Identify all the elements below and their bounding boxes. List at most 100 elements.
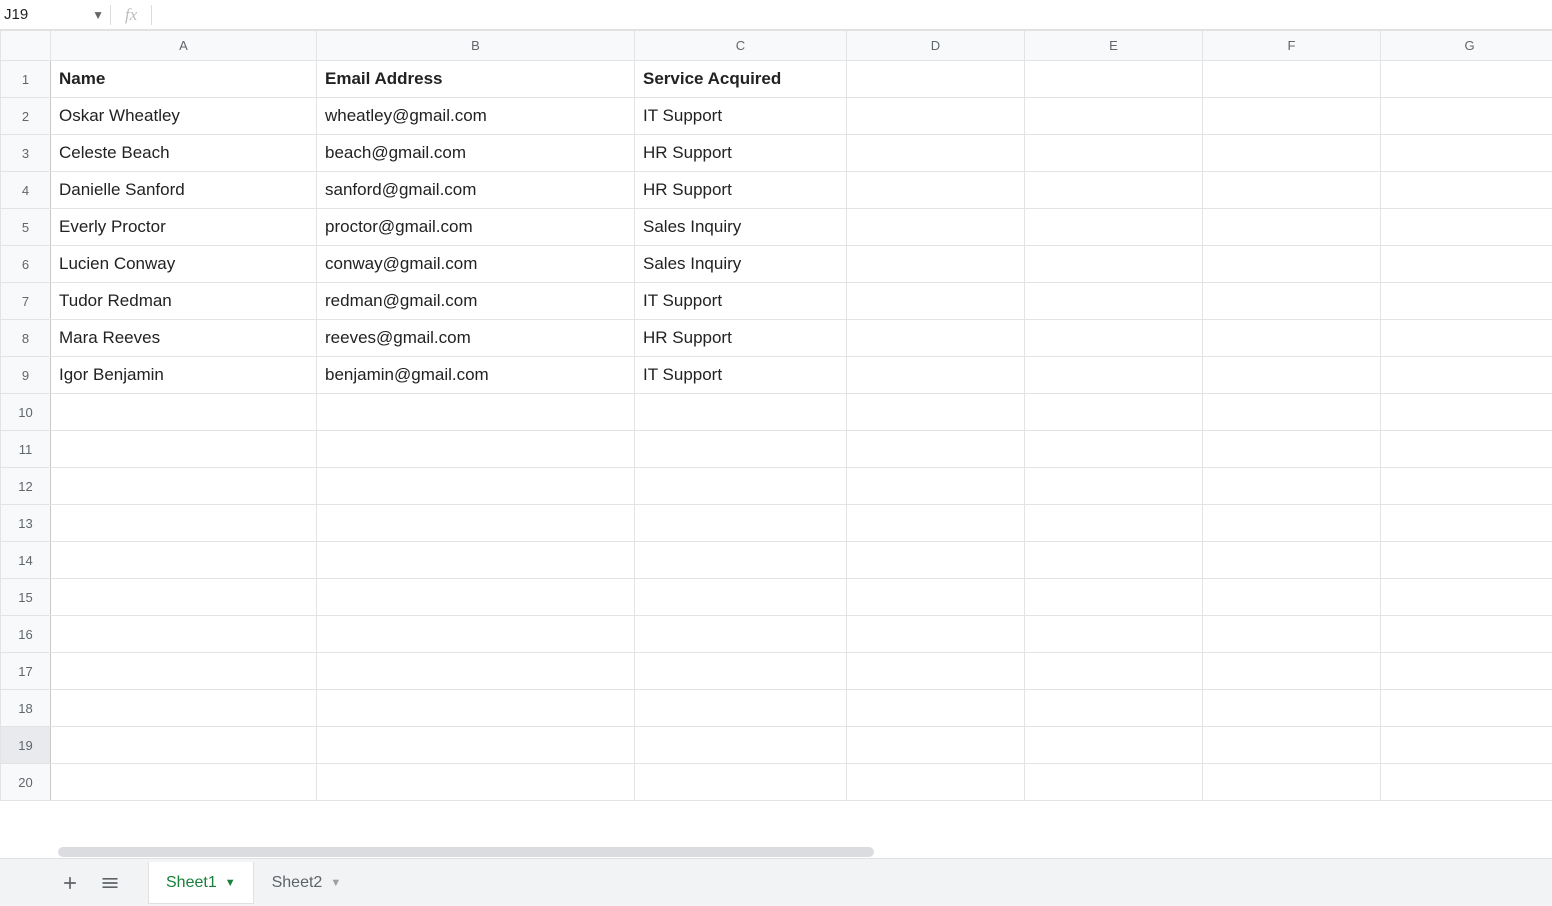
cell-A9[interactable]: Igor Benjamin: [51, 357, 317, 394]
cell-C1[interactable]: Service Acquired: [635, 61, 847, 98]
cell-A10[interactable]: [51, 394, 317, 431]
cell-A2[interactable]: Oskar Wheatley: [51, 98, 317, 135]
row-header-7[interactable]: 7: [1, 283, 51, 320]
cell-G19[interactable]: [1381, 727, 1552, 764]
cell-E5[interactable]: [1025, 209, 1203, 246]
cell-C3[interactable]: HR Support: [635, 135, 847, 172]
cell-A5[interactable]: Everly Proctor: [51, 209, 317, 246]
cell-A11[interactable]: [51, 431, 317, 468]
cell-G15[interactable]: [1381, 579, 1552, 616]
cell-E17[interactable]: [1025, 653, 1203, 690]
cell-F11[interactable]: [1203, 431, 1381, 468]
cell-G6[interactable]: [1381, 246, 1552, 283]
row-header-8[interactable]: 8: [1, 320, 51, 357]
cell-B7[interactable]: redman@gmail.com: [317, 283, 635, 320]
cell-D4[interactable]: [847, 172, 1025, 209]
cell-D1[interactable]: [847, 61, 1025, 98]
cell-E2[interactable]: [1025, 98, 1203, 135]
cell-A18[interactable]: [51, 690, 317, 727]
cell-B20[interactable]: [317, 764, 635, 801]
cell-C15[interactable]: [635, 579, 847, 616]
cell-D6[interactable]: [847, 246, 1025, 283]
row-header-3[interactable]: 3: [1, 135, 51, 172]
cell-B4[interactable]: sanford@gmail.com: [317, 172, 635, 209]
cell-F10[interactable]: [1203, 394, 1381, 431]
cell-E11[interactable]: [1025, 431, 1203, 468]
cell-E3[interactable]: [1025, 135, 1203, 172]
cell-D11[interactable]: [847, 431, 1025, 468]
cell-B10[interactable]: [317, 394, 635, 431]
cell-D5[interactable]: [847, 209, 1025, 246]
row-header-9[interactable]: 9: [1, 357, 51, 394]
cell-B13[interactable]: [317, 505, 635, 542]
cell-G20[interactable]: [1381, 764, 1552, 801]
cell-B8[interactable]: reeves@gmail.com: [317, 320, 635, 357]
row-header-10[interactable]: 10: [1, 394, 51, 431]
cell-A19[interactable]: [51, 727, 317, 764]
cell-E4[interactable]: [1025, 172, 1203, 209]
cell-D13[interactable]: [847, 505, 1025, 542]
cell-E10[interactable]: [1025, 394, 1203, 431]
cell-G5[interactable]: [1381, 209, 1552, 246]
row-header-17[interactable]: 17: [1, 653, 51, 690]
cell-D9[interactable]: [847, 357, 1025, 394]
cell-B1[interactable]: Email Address: [317, 61, 635, 98]
cell-E16[interactable]: [1025, 616, 1203, 653]
row-header-18[interactable]: 18: [1, 690, 51, 727]
cell-D20[interactable]: [847, 764, 1025, 801]
cell-F15[interactable]: [1203, 579, 1381, 616]
add-sheet-button[interactable]: [50, 863, 90, 903]
cell-D10[interactable]: [847, 394, 1025, 431]
all-sheets-button[interactable]: [90, 863, 130, 903]
cell-F7[interactable]: [1203, 283, 1381, 320]
cell-G2[interactable]: [1381, 98, 1552, 135]
cell-C6[interactable]: Sales Inquiry: [635, 246, 847, 283]
column-header-A[interactable]: A: [51, 31, 317, 61]
cell-C9[interactable]: IT Support: [635, 357, 847, 394]
column-header-C[interactable]: C: [635, 31, 847, 61]
cell-A3[interactable]: Celeste Beach: [51, 135, 317, 172]
cell-B9[interactable]: benjamin@gmail.com: [317, 357, 635, 394]
cell-C12[interactable]: [635, 468, 847, 505]
cell-G7[interactable]: [1381, 283, 1552, 320]
formula-input[interactable]: [152, 0, 1552, 29]
cell-F18[interactable]: [1203, 690, 1381, 727]
cell-A15[interactable]: [51, 579, 317, 616]
cell-A20[interactable]: [51, 764, 317, 801]
cell-A17[interactable]: [51, 653, 317, 690]
cell-D16[interactable]: [847, 616, 1025, 653]
cell-F2[interactable]: [1203, 98, 1381, 135]
cell-A14[interactable]: [51, 542, 317, 579]
cell-G13[interactable]: [1381, 505, 1552, 542]
cell-B19[interactable]: [317, 727, 635, 764]
cell-G1[interactable]: [1381, 61, 1552, 98]
cell-C17[interactable]: [635, 653, 847, 690]
cell-B12[interactable]: [317, 468, 635, 505]
cell-D17[interactable]: [847, 653, 1025, 690]
name-box[interactable]: J19 ▼: [0, 0, 110, 29]
cell-B3[interactable]: beach@gmail.com: [317, 135, 635, 172]
cell-G12[interactable]: [1381, 468, 1552, 505]
cell-D12[interactable]: [847, 468, 1025, 505]
cell-F13[interactable]: [1203, 505, 1381, 542]
cell-G16[interactable]: [1381, 616, 1552, 653]
cell-D2[interactable]: [847, 98, 1025, 135]
cell-F9[interactable]: [1203, 357, 1381, 394]
cell-F1[interactable]: [1203, 61, 1381, 98]
sheet-tab-sheet1[interactable]: Sheet1▼: [148, 862, 254, 904]
cell-E9[interactable]: [1025, 357, 1203, 394]
cell-E7[interactable]: [1025, 283, 1203, 320]
row-header-13[interactable]: 13: [1, 505, 51, 542]
row-header-16[interactable]: 16: [1, 616, 51, 653]
cell-F4[interactable]: [1203, 172, 1381, 209]
cell-A7[interactable]: Tudor Redman: [51, 283, 317, 320]
cell-A1[interactable]: Name: [51, 61, 317, 98]
cell-D14[interactable]: [847, 542, 1025, 579]
cell-A16[interactable]: [51, 616, 317, 653]
cell-F8[interactable]: [1203, 320, 1381, 357]
row-header-15[interactable]: 15: [1, 579, 51, 616]
cell-F14[interactable]: [1203, 542, 1381, 579]
cell-C16[interactable]: [635, 616, 847, 653]
cell-C18[interactable]: [635, 690, 847, 727]
cell-G17[interactable]: [1381, 653, 1552, 690]
